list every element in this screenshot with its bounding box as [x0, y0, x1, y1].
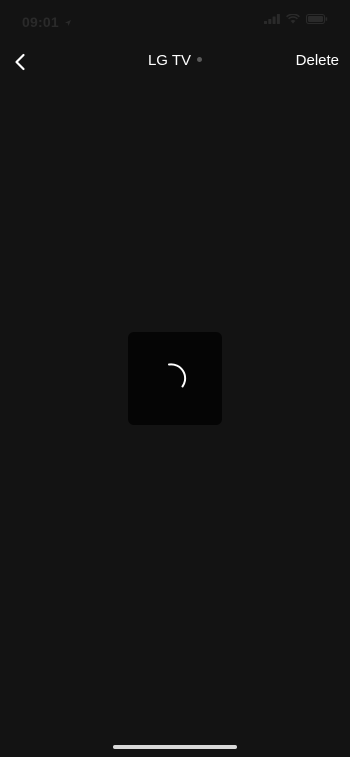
- connection-status-dot: [197, 56, 203, 62]
- status-bar: 09:01: [0, 0, 350, 44]
- home-indicator[interactable]: [113, 745, 237, 749]
- wifi-icon: [286, 14, 300, 24]
- status-time: 09:01: [22, 14, 72, 30]
- location-arrow-icon: [64, 20, 71, 27]
- status-icons: [264, 14, 328, 24]
- signal-icon: [264, 14, 280, 24]
- spinner-icon: [168, 362, 187, 387]
- battery-icon: [306, 14, 328, 24]
- loading-indicator: [128, 332, 222, 425]
- delete-button[interactable]: Delete: [296, 52, 339, 69]
- nav-bar: LG TV Delete: [0, 44, 350, 80]
- device-name: LG TV: [147, 52, 192, 69]
